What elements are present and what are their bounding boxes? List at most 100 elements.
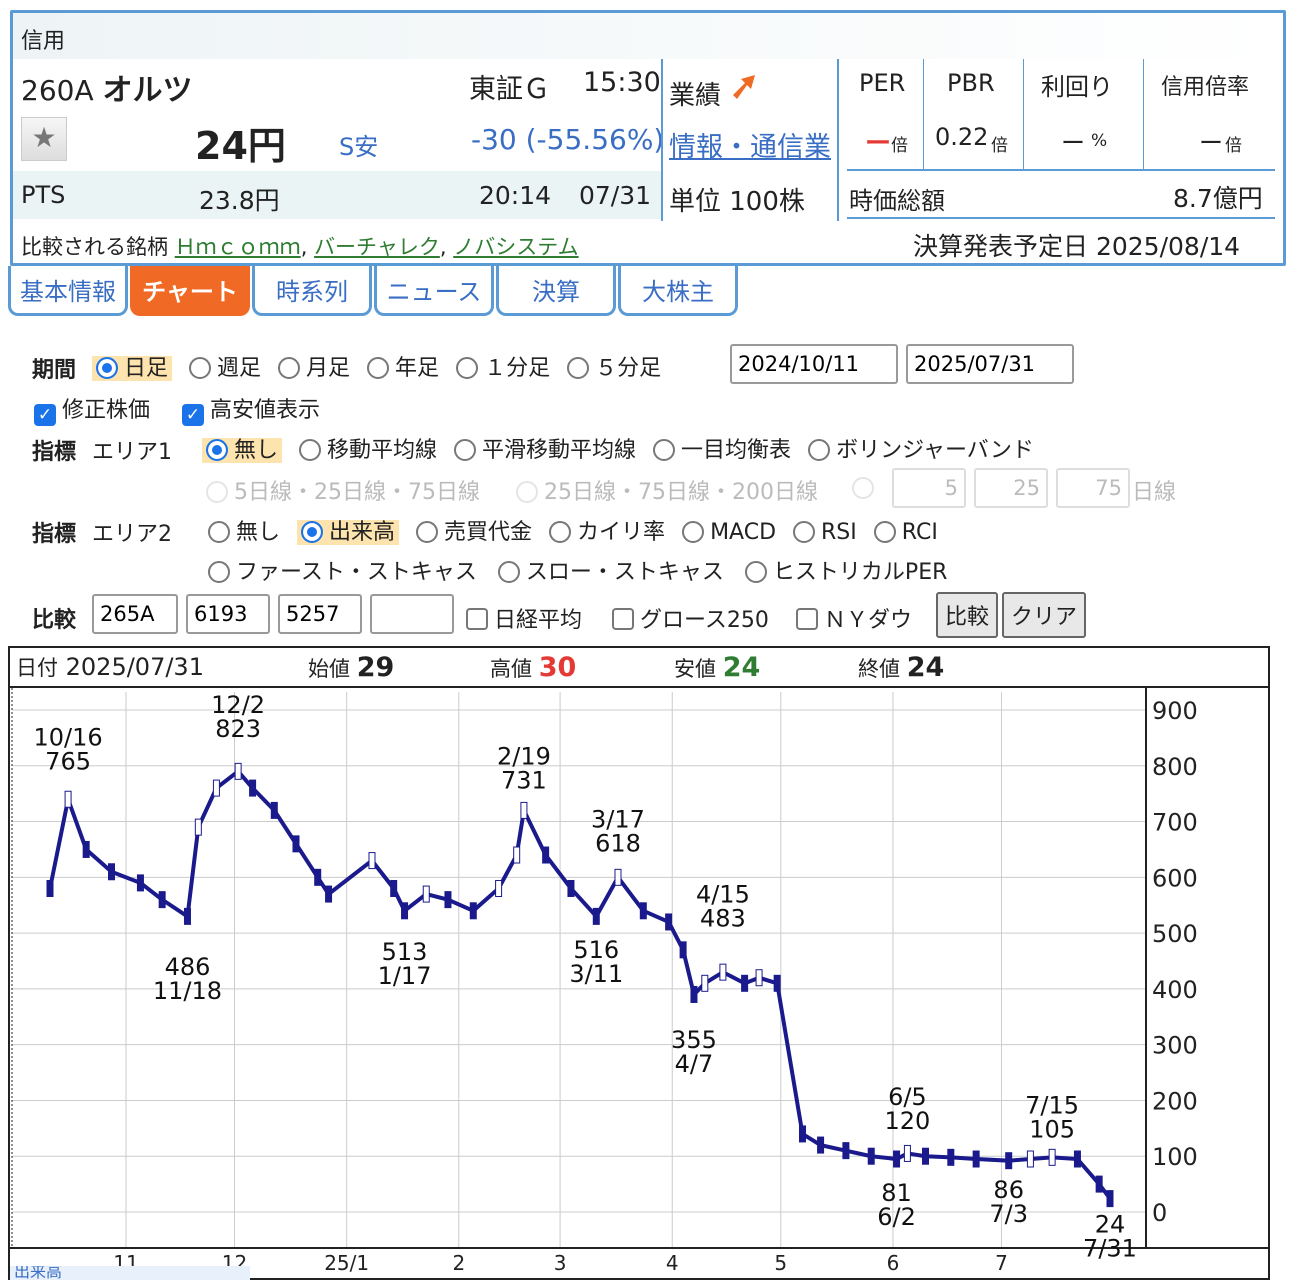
compare-link-1[interactable]: Ｈｍｃｏｍｍ (175, 235, 301, 259)
tab-shareholders[interactable]: 大株主 (618, 266, 738, 316)
area1-ema[interactable]: 平滑移動平均線 (454, 438, 636, 463)
clear-button[interactable]: クリア (1002, 592, 1086, 638)
radio-icon[interactable] (682, 521, 705, 543)
compare-button[interactable]: 比較 (936, 592, 998, 638)
radio-icon[interactable] (208, 561, 230, 583)
period-monthly[interactable]: 月足 (278, 356, 350, 381)
radio-icon[interactable] (96, 357, 118, 379)
tab-basic-info[interactable]: 基本情報 (8, 266, 128, 316)
nydow-checkbox[interactable]: ＮＹダウ (796, 602, 912, 634)
checkbox-icon[interactable] (466, 608, 488, 630)
compare-input-4[interactable] (370, 594, 454, 634)
ma-input-1[interactable] (892, 468, 966, 508)
radio-icon[interactable] (793, 521, 816, 543)
period-yearly[interactable]: 年足 (367, 356, 439, 381)
header-band (13, 13, 1283, 59)
date-from-input[interactable] (730, 344, 898, 384)
price-change: -30 (-55.56%) (471, 123, 665, 156)
checkbox-icon[interactable] (612, 608, 634, 630)
radio-icon[interactable] (206, 439, 228, 461)
tab-news[interactable]: ニュース (374, 266, 494, 316)
candle (921, 1147, 929, 1165)
option-label: ファースト・ストキャス (236, 560, 477, 585)
radio-icon[interactable] (206, 481, 228, 503)
x-tick-label: 3 (554, 1251, 567, 1275)
radio-icon[interactable] (852, 477, 874, 499)
performance-label: 業績 (669, 81, 722, 111)
area1-ma[interactable]: 移動平均線 (299, 438, 437, 463)
radio-icon[interactable] (367, 357, 390, 379)
industry-link[interactable]: 情報・通信業 (669, 125, 831, 164)
radio-icon[interactable] (299, 439, 322, 461)
candle (1073, 1150, 1081, 1168)
radio-icon[interactable] (454, 439, 477, 461)
area2-hist-per[interactable]: ヒストリカルPER (744, 560, 947, 585)
ma-custom[interactable] (852, 476, 880, 501)
area2-none[interactable]: 無し (208, 520, 280, 545)
compare-link-3[interactable]: ノバシステム (453, 235, 578, 259)
period-5min[interactable]: ５分足 (567, 356, 661, 381)
area2-turnover[interactable]: 売買代金 (416, 520, 532, 545)
nikkei-checkbox[interactable]: 日経平均 (466, 602, 582, 634)
compare-input-1[interactable] (92, 594, 178, 634)
radio-icon[interactable] (873, 521, 896, 543)
period-weekly[interactable]: 週足 (189, 356, 261, 381)
tab-earnings[interactable]: 決算 (496, 266, 616, 316)
area2-macd[interactable]: MACD (682, 520, 776, 545)
highlow-checkbox[interactable]: ✓ 高安値表示 (182, 392, 320, 426)
area2-rci[interactable]: RCI (873, 520, 938, 545)
candle (741, 974, 749, 992)
radio-icon[interactable] (744, 561, 767, 583)
radio-icon[interactable] (549, 521, 572, 543)
period-1min[interactable]: １分足 (456, 356, 550, 381)
check-icon[interactable]: ✓ (34, 404, 56, 426)
ma-preset-1[interactable]: 5日線・25日線・75日線 (206, 474, 480, 506)
compare-link-2[interactable]: バーチャレク (314, 235, 440, 259)
radio-icon[interactable] (456, 357, 479, 379)
area1-ichimoku[interactable]: 一目均衡表 (653, 438, 791, 463)
per-unit: 倍 (891, 136, 908, 156)
trend-up-arrow-icon[interactable] (729, 73, 757, 101)
checkbox-icon[interactable] (796, 608, 818, 630)
ma-preset-2[interactable]: 25日線・75日線・200日線 (516, 474, 818, 506)
period-daily[interactable]: 日足 (92, 356, 173, 381)
tab-timeseries[interactable]: 時系列 (252, 266, 372, 316)
radio-icon[interactable] (278, 357, 301, 379)
favorite-star-icon[interactable]: ★ (21, 117, 67, 161)
tab-chart[interactable]: チャート (130, 266, 250, 316)
chart-canvas[interactable]: 900800700600500400300200100011 12 25/1 2 3 4 5… (10, 688, 1268, 1278)
ma-input-2[interactable] (974, 468, 1048, 508)
date-to-input[interactable] (906, 344, 1074, 384)
radio-icon[interactable] (301, 521, 324, 543)
annotation-value: 765 (45, 747, 91, 775)
compare-input-2[interactable] (186, 594, 270, 634)
area1-bollinger[interactable]: ボリンジャーバンド (808, 438, 1034, 463)
area2-fast-stoch[interactable]: ファースト・ストキャス (208, 560, 477, 585)
radio-icon[interactable] (208, 521, 230, 543)
radio-icon[interactable] (808, 439, 831, 461)
compare-input-3[interactable] (278, 594, 362, 634)
adjusted-checkbox[interactable]: ✓ 修正株価 (34, 392, 150, 426)
option-label: 年足 (395, 356, 440, 381)
radio-icon[interactable] (497, 561, 520, 583)
ma-input-3[interactable] (1056, 468, 1130, 508)
area1-none[interactable]: 無し (202, 438, 283, 463)
compare-label: 比較される銘柄 (21, 235, 168, 259)
candle (893, 1150, 901, 1168)
radio-icon[interactable] (653, 439, 676, 461)
growth250-checkbox[interactable]: グロース250 (612, 602, 769, 634)
radio-icon[interactable] (567, 357, 590, 379)
area2-deviation[interactable]: カイリ率 (549, 520, 665, 545)
update-time: 15:30 (583, 67, 661, 98)
candle (194, 818, 202, 836)
candle (567, 879, 575, 897)
annotation-date: 3/11 (569, 960, 623, 988)
radio-icon[interactable] (516, 481, 538, 503)
area2-rsi[interactable]: RSI (793, 520, 857, 545)
price-chart[interactable]: 900 800 700 600 500 400 300 200 100 0 11 12 25/1 2 3 4 5… (8, 686, 1270, 1280)
radio-icon[interactable] (416, 521, 439, 543)
radio-icon[interactable] (189, 357, 212, 379)
area2-slow-stoch[interactable]: スロー・ストキャス (497, 560, 724, 585)
area2-volume[interactable]: 出来高 (297, 520, 400, 545)
check-icon[interactable]: ✓ (182, 404, 204, 426)
